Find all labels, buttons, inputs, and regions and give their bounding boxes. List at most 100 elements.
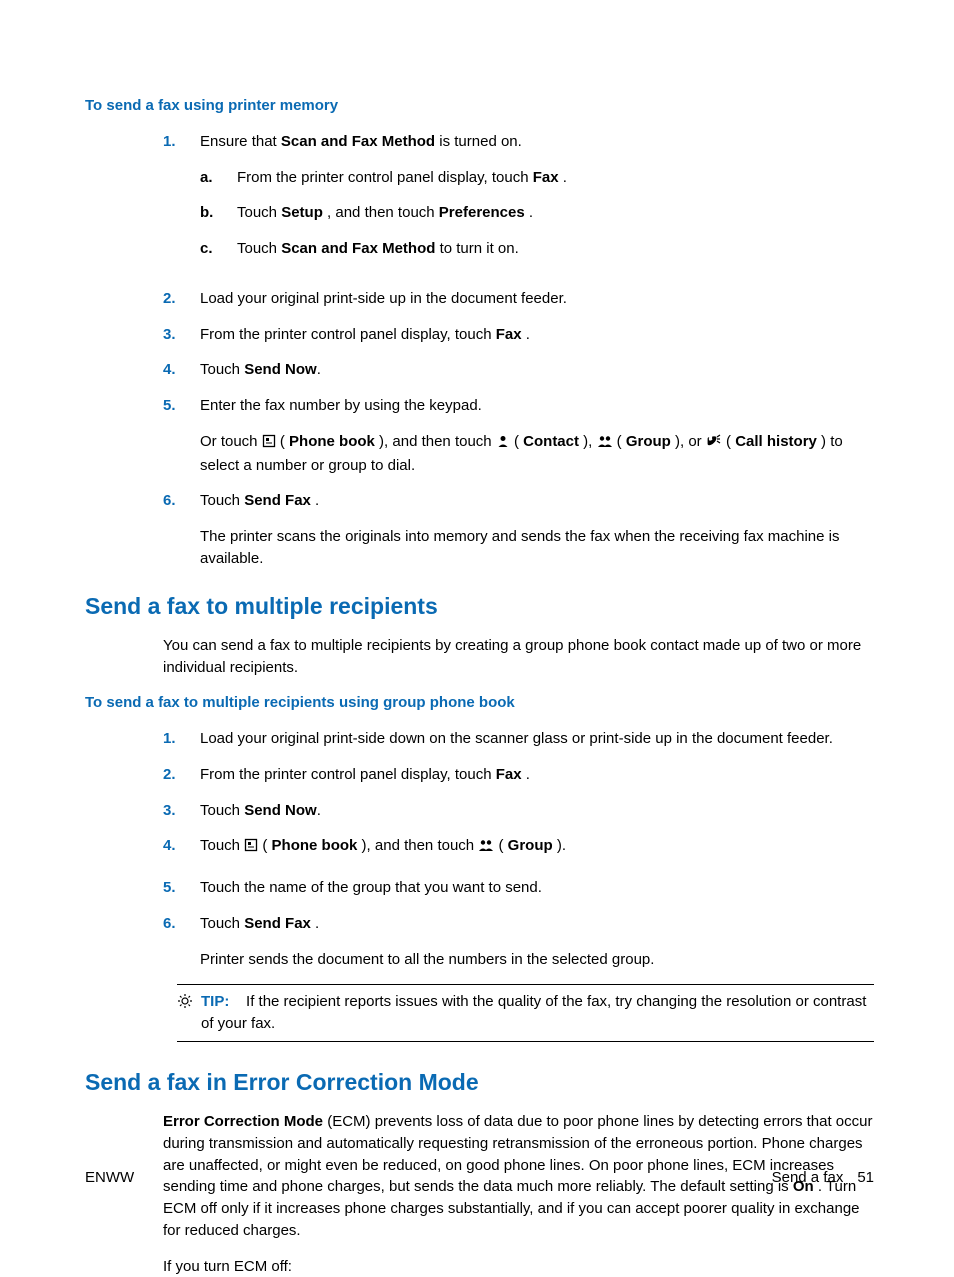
- text: Touch: [200, 837, 244, 854]
- bold: Preferences: [439, 204, 525, 221]
- text: From the printer control panel display, …: [237, 169, 533, 186]
- step-5: 5. Enter the fax number by using the key…: [163, 395, 874, 476]
- tip-icon: [177, 993, 193, 1035]
- text: Or touch: [200, 433, 262, 450]
- substep-a: a. From the printer control panel displa…: [200, 167, 874, 189]
- text: (: [494, 837, 507, 854]
- substep-letter: b.: [200, 202, 237, 224]
- section-heading-ecm: Send a fax in Error Correction Mode: [85, 1066, 874, 1099]
- step-number: 6.: [163, 490, 200, 569]
- step-6: 6. Touch Send Fax . The printer scans th…: [163, 490, 874, 569]
- bold: Send Fax: [244, 915, 311, 932]
- call-history-icon: [706, 433, 722, 455]
- bold: Error Correction Mode: [163, 1113, 323, 1130]
- step-number: 5.: [163, 877, 200, 899]
- substeps: a. From the printer control panel displa…: [200, 167, 874, 260]
- bold: Group: [626, 433, 671, 450]
- tip-text: If the recipient reports issues with the…: [201, 993, 866, 1032]
- bold: Phone book: [272, 837, 358, 854]
- text: ),: [579, 433, 597, 450]
- text: From the printer control panel display, …: [200, 766, 496, 783]
- substep-letter: c.: [200, 238, 237, 260]
- step-body: Touch the name of the group that you wan…: [200, 877, 874, 899]
- group-icon: [478, 837, 494, 859]
- text: (: [258, 837, 271, 854]
- bold: Fax: [533, 169, 559, 186]
- step-body: Enter the fax number by using the keypad…: [200, 395, 874, 476]
- text: Touch: [200, 802, 244, 819]
- step-number: 2.: [163, 288, 200, 310]
- page-footer: ENWW Send a fax51: [85, 1167, 874, 1189]
- intro-para: You can send a fax to multiple recipient…: [163, 635, 874, 679]
- text: to turn it on.: [435, 240, 518, 257]
- step-2: 2. Load your original print-side up in t…: [163, 288, 874, 310]
- text: Touch: [200, 915, 244, 932]
- phone-book-icon: [262, 433, 276, 455]
- step-number: 1.: [163, 131, 200, 274]
- text: ), and then touch: [375, 433, 496, 450]
- procedure-heading-memory: To send a fax using printer memory: [85, 95, 874, 117]
- step-number: 4.: [163, 835, 200, 859]
- step-body: Touch Send Now.: [200, 800, 874, 822]
- text: .: [317, 361, 321, 378]
- bold: Phone book: [289, 433, 375, 450]
- tip-label: TIP:: [201, 993, 229, 1010]
- text: .: [525, 204, 533, 221]
- text: From the printer control panel display, …: [200, 326, 496, 343]
- ecm-para2: If you turn ECM off:: [163, 1256, 874, 1277]
- bold: Scan and Fax Method: [281, 240, 435, 257]
- substep-c: c. Touch Scan and Fax Method to turn it …: [200, 238, 874, 260]
- group-icon: [597, 433, 613, 455]
- step-number: 3.: [163, 800, 200, 822]
- tip-text: [234, 993, 247, 1010]
- substep-letter: a.: [200, 167, 237, 189]
- text: (: [276, 433, 289, 450]
- step-3: 3. Touch Send Now.: [163, 800, 874, 822]
- step-number: 4.: [163, 359, 200, 381]
- bold: Send Now: [244, 361, 317, 378]
- bold: Setup: [281, 204, 323, 221]
- bold: Group: [508, 837, 553, 854]
- step-1: 1. Ensure that Scan and Fax Method is tu…: [163, 131, 874, 274]
- step-body: From the printer control panel display, …: [200, 764, 874, 786]
- text: Touch: [200, 361, 244, 378]
- bold: Fax: [496, 326, 522, 343]
- procedure-list-group: 1. Load your original print-side down on…: [163, 728, 874, 970]
- step-body: Touch Send Fax . The printer scans the o…: [200, 490, 874, 569]
- step-number: 3.: [163, 324, 200, 346]
- text: Touch: [237, 240, 281, 257]
- text: (: [510, 433, 523, 450]
- document-page: To send a fax using printer memory 1. En…: [0, 0, 954, 1271]
- text: is turned on.: [435, 133, 522, 150]
- footer-left: ENWW: [85, 1167, 134, 1189]
- text: ), or: [671, 433, 706, 450]
- text: ), and then touch: [357, 837, 478, 854]
- step-3: 3. From the printer control panel displa…: [163, 324, 874, 346]
- tip-box: TIP: If the recipient reports issues wit…: [177, 984, 874, 1042]
- contact-icon: [496, 433, 510, 455]
- text: Touch: [237, 204, 281, 221]
- step-body: Touch Send Fax . Printer sends the docum…: [200, 913, 874, 971]
- footer-right: Send a fax51: [772, 1167, 874, 1189]
- text: .: [559, 169, 567, 186]
- bold: Send Now: [244, 802, 317, 819]
- substep-b: b. Touch Setup , and then touch Preferen…: [200, 202, 874, 224]
- text: , and then touch: [323, 204, 439, 221]
- bold: Send Fax: [244, 492, 311, 509]
- text: (: [613, 433, 626, 450]
- footer-section: Send a fax: [772, 1169, 844, 1186]
- step-5: 5. Touch the name of the group that you …: [163, 877, 874, 899]
- text: (: [722, 433, 735, 450]
- text: .: [311, 492, 319, 509]
- bold: Call history: [735, 433, 817, 450]
- step-1: 1. Load your original print-side down on…: [163, 728, 874, 750]
- step-6: 6. Touch Send Fax . Printer sends the do…: [163, 913, 874, 971]
- bold: Scan and Fax Method: [281, 133, 435, 150]
- phone-book-icon: [244, 837, 258, 859]
- step-number: 1.: [163, 728, 200, 750]
- text: .: [522, 326, 530, 343]
- procedure-list-memory: 1. Ensure that Scan and Fax Method is tu…: [163, 131, 874, 570]
- step-body: Load your original print-side up in the …: [200, 288, 874, 310]
- step-body: Load your original print-side down on th…: [200, 728, 874, 750]
- step-4: 4. Touch Send Now.: [163, 359, 874, 381]
